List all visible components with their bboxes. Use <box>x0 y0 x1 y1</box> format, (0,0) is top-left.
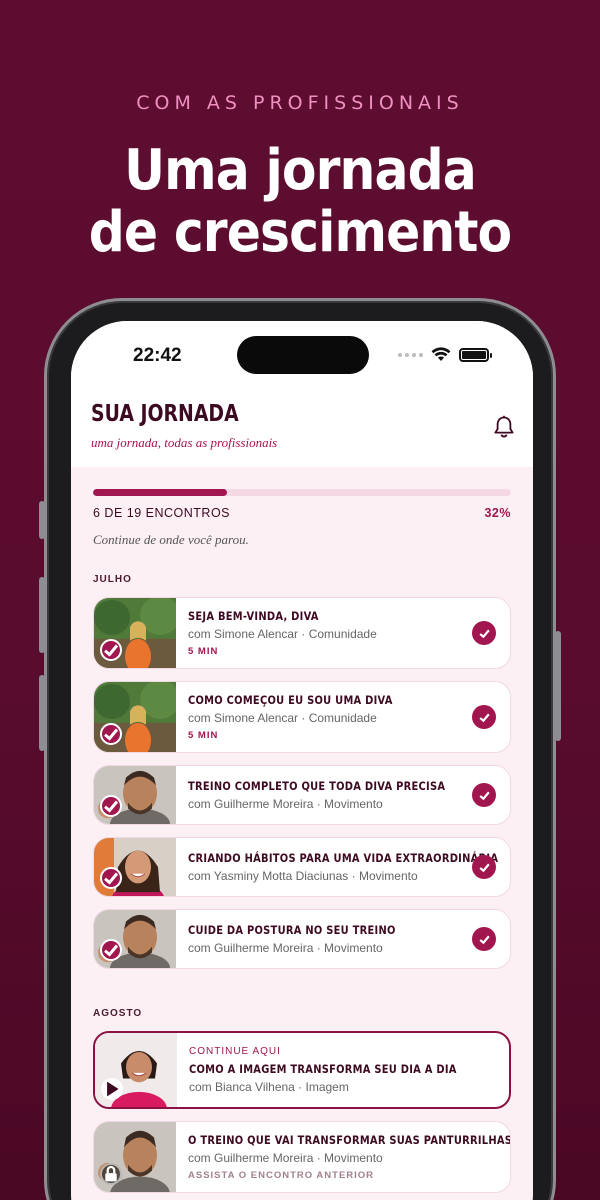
progress-label: 6 DE 19 ENCONTROS <box>93 506 231 520</box>
lesson-card-current[interactable]: CONTINUE AQUI COMO A IMAGEM TRANSFORMA S… <box>93 1031 511 1109</box>
lesson-meta: com Simone Alencar · Comunidade <box>188 711 377 725</box>
lesson-title: COMO A IMAGEM TRANSFORMA SEU DIA A DIA <box>189 1062 457 1076</box>
play-icon[interactable] <box>101 1078 123 1100</box>
status-bar: 22:42 <box>71 321 533 385</box>
lesson-thumbnail <box>94 910 176 968</box>
phone-volume-down <box>39 675 45 751</box>
check-icon <box>472 705 496 729</box>
lesson-duration: 5 MIN <box>188 730 219 741</box>
hero-kicker: COM AS PROFISSIONAIS <box>136 92 464 114</box>
status-time: 22:42 <box>133 345 182 366</box>
lesson-card[interactable]: SEJA BEM-VINDA, DIVA com Simone Alencar … <box>93 597 511 669</box>
lesson-title: O TREINO QUE VAI TRANSFORMAR SUAS PANTUR… <box>188 1133 511 1147</box>
lesson-meta: com Guilherme Moreira · Movimento <box>188 941 383 955</box>
battery-icon <box>459 347 492 362</box>
phone-volume-up <box>39 577 45 653</box>
completed-badge-icon <box>100 939 122 961</box>
check-icon <box>472 621 496 645</box>
phone-silent-switch <box>39 501 45 539</box>
headline-line-1: Uma jornada <box>124 138 477 203</box>
page-title: SUA JORNADA <box>91 401 239 427</box>
lesson-card[interactable]: COMO COMEÇOU EU SOU UMA DIVA com Simone … <box>93 681 511 753</box>
hero-headline: Uma jornada de crescimento <box>30 140 570 264</box>
bell-icon[interactable] <box>493 415 515 439</box>
lesson-meta: com Guilherme Moreira · Movimento <box>188 797 383 811</box>
lock-icon <box>100 1163 122 1185</box>
completed-badge-icon <box>100 867 122 889</box>
lesson-card[interactable]: CRIANDO HÁBITOS PARA UMA VIDA EXTRAORDIN… <box>93 837 511 897</box>
lesson-card-locked[interactable]: O TREINO QUE VAI TRANSFORMAR SUAS PANTUR… <box>93 1121 511 1193</box>
phone-frame: 22:42 SUA JORNADA uma jornada, todas as … <box>39 298 561 1200</box>
lesson-meta: com Simone Alencar · Comunidade <box>188 627 377 641</box>
lesson-thumbnail <box>95 1033 177 1107</box>
completed-badge-icon <box>100 639 122 661</box>
lesson-thumbnail <box>94 682 176 752</box>
signal-dots-icon <box>398 352 423 357</box>
lesson-duration: 5 MIN <box>188 646 219 657</box>
wifi-icon <box>431 347 451 361</box>
phone-power-button <box>555 631 561 741</box>
lesson-meta: com Yasminy Motta Diaciunas · Movimento <box>188 869 418 883</box>
lesson-title: SEJA BEM-VINDA, DIVA <box>188 609 319 623</box>
locked-note: ASSISTA O ENCONTRO ANTERIOR <box>188 1170 375 1181</box>
lesson-thumbnail <box>94 1122 176 1192</box>
progress-section: 6 DE 19 ENCONTROS 32% Continue de onde v… <box>93 489 511 548</box>
completed-badge-icon <box>100 723 122 745</box>
lesson-meta: com Bianca Vilhena · Imagem <box>189 1080 349 1094</box>
progress-bar <box>93 489 511 496</box>
check-icon <box>472 855 496 879</box>
lesson-title: COMO COMEÇOU EU SOU UMA DIVA <box>188 693 393 707</box>
page-subtitle: uma jornada, todas as profissionais <box>91 435 278 450</box>
lesson-thumbnail <box>94 598 176 668</box>
dynamic-island <box>237 336 369 374</box>
progress-percent: 32% <box>484 506 511 520</box>
completed-badge-icon <box>100 795 122 817</box>
check-icon <box>472 927 496 951</box>
continue-here-label: CONTINUE AQUI <box>189 1046 281 1057</box>
lesson-thumbnail <box>94 838 176 896</box>
phone-screen: 22:42 SUA JORNADA uma jornada, todas as … <box>71 321 533 1200</box>
lesson-card[interactable]: TREINO COMPLETO QUE TODA DIVA PRECISA co… <box>93 765 511 825</box>
check-icon <box>472 783 496 807</box>
headline-line-2: de crescimento <box>88 200 512 265</box>
lesson-title: CUIDE DA POSTURA NO SEU TREINO <box>188 923 396 937</box>
lesson-card[interactable]: CUIDE DA POSTURA NO SEU TREINO com Guilh… <box>93 909 511 969</box>
lesson-title: TREINO COMPLETO QUE TODA DIVA PRECISA <box>188 779 446 793</box>
continue-hint: Continue de onde você parou. <box>93 532 249 547</box>
app-header: SUA JORNADA uma jornada, todas as profis… <box>71 385 533 467</box>
lesson-thumbnail <box>94 766 176 824</box>
lesson-title: CRIANDO HÁBITOS PARA UMA VIDA EXTRAORDIN… <box>188 851 499 865</box>
lesson-meta: com Guilherme Moreira · Movimento <box>188 1151 383 1165</box>
month-label-august: AGOSTO <box>93 1008 143 1019</box>
status-icons <box>398 347 492 362</box>
month-label-july: JULHO <box>93 574 132 585</box>
progress-bar-fill <box>93 489 227 496</box>
